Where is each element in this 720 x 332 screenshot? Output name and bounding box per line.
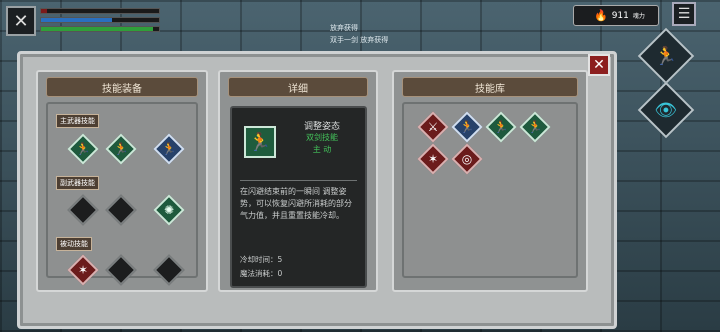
flame-icon: 🔥 (594, 9, 608, 22)
mana-fill (41, 18, 112, 22)
library-skill-4[interactable]: 🏃 (519, 111, 551, 143)
running-figure-icon: 🏃 (527, 120, 543, 134)
sword-strike-icon: ⚔ (427, 120, 439, 134)
passive-skill-slot-1[interactable]: ✶ (67, 254, 99, 286)
detail-header: 详细 (228, 77, 368, 97)
power-display: 🔥 911 魂力 (573, 5, 659, 26)
health-bar (40, 8, 160, 14)
equip-header: 技能装备 (46, 77, 198, 97)
library-title: 技能库 (475, 83, 505, 95)
sub-skill-slot-1[interactable] (67, 194, 99, 226)
equip-column: 技能装备 主武器技能 🏃 🏃 🏃 副武器技能 ✺ 被动技能 ✶ (36, 70, 208, 292)
power-unit: 魂力 (632, 13, 645, 20)
list-icon: ☰ (677, 6, 691, 22)
library-grid: ⚔ 🏃 🏃 🏃 ✶ ◎ (402, 102, 578, 278)
library-skill-3[interactable]: 🏃 (485, 111, 517, 143)
sub-skill-slot-2[interactable] (105, 194, 137, 226)
library-skill-2[interactable]: 🏃 (451, 111, 483, 143)
passive-skill-slot-2[interactable] (105, 254, 137, 286)
library-skill-1[interactable]: ⚔ (417, 111, 449, 143)
skill-name: 调整姿态 (303, 122, 340, 132)
star-strike-icon: ✶ (77, 263, 89, 277)
running-figure-icon: 🏃 (113, 142, 129, 156)
running-figure-icon: 🏃 (244, 126, 276, 158)
eye-icon: 👁 (654, 99, 678, 121)
skill-detail-card: 🏃 调整姿态 双剑技能 主 动 在闪避结束前的一瞬间 调整姿势，可以恢复闪避所消… (230, 106, 367, 288)
running-figure-icon: 🏃 (654, 45, 678, 67)
dash-figure-icon: 🏃 (161, 142, 177, 156)
player-status: ✕ (6, 6, 160, 36)
detail-divider (240, 180, 357, 181)
whirlwind-icon: ◎ (461, 152, 473, 166)
main-skill-slot-3[interactable]: 🏃 (153, 133, 185, 165)
power-value: 911 (611, 10, 629, 21)
skill-type-text: 主 动 (312, 145, 332, 154)
stamina-fill (41, 27, 154, 31)
dash-figure-icon: 🏃 (459, 120, 475, 134)
passive-skill-slot-3[interactable] (153, 254, 185, 286)
stamina-bar (40, 26, 160, 32)
sub-weapon-label: 副武器技能 (56, 176, 99, 190)
status-bars (40, 6, 160, 36)
chat-line: 双手一剑 放弃获得 (330, 36, 389, 44)
equip-slots: 主武器技能 🏃 🏃 🏃 副武器技能 ✺ 被动技能 ✶ (46, 102, 198, 286)
library-header: 技能库 (402, 77, 578, 97)
star-strike-icon: ✶ (427, 152, 439, 166)
cooldown-stat: 冷却时间：5 (240, 255, 283, 264)
library-skill-6[interactable]: ◎ (451, 143, 483, 175)
skill-category: 双剑技能 主 动 (292, 132, 352, 156)
health-fill (41, 9, 47, 13)
passive-label: 被动技能 (56, 237, 92, 251)
chat-log: 放弃获得 双手一剑 放弃获得 (330, 22, 388, 46)
close-icon: ✕ (593, 57, 605, 73)
shield-burst-icon: ✺ (163, 203, 175, 217)
mana-cost-stat: 魔法消耗：0 (240, 269, 283, 278)
sub-skill-slot-3[interactable]: ✺ (153, 194, 185, 226)
main-skill-slot-2[interactable]: 🏃 (105, 133, 137, 165)
main-skill-slot-1[interactable]: 🏃 (67, 133, 99, 165)
skill-description: 在闪避结束前的一瞬间 调整姿势，可以恢复闪避所消耗的部分气力值，并且重置技能冷却… (240, 187, 352, 220)
equip-title: 技能装备 (102, 83, 142, 95)
mana-bar (40, 17, 160, 23)
skill-category-text: 双剑技能 (306, 133, 338, 142)
main-weapon-label: 主武器技能 (56, 114, 99, 128)
crossed-swords-icon[interactable]: ✕ (6, 6, 36, 36)
close-button[interactable]: ✕ (588, 54, 610, 76)
detail-title: 详细 (288, 83, 308, 95)
library-skill-5[interactable]: ✶ (417, 143, 449, 175)
running-figure-icon: 🏃 (493, 120, 509, 134)
library-column: 技能库 ⚔ 🏃 🏃 🏃 ✶ ◎ (392, 70, 588, 292)
menu-button[interactable]: ☰ (672, 2, 696, 26)
running-figure-icon: 🏃 (75, 142, 91, 156)
chat-line: 放弃获得 (330, 24, 358, 32)
